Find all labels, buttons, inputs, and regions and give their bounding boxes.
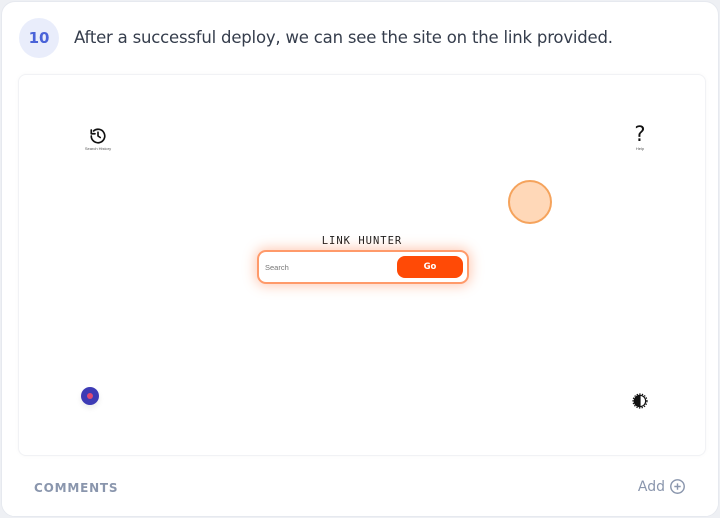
step-number-badge: 10	[19, 18, 59, 58]
search-input[interactable]	[265, 257, 395, 277]
search-bar: Go	[259, 252, 467, 282]
screenshot-frame: Search History ? Help LINK HUNTER Go	[18, 74, 706, 456]
step-card: 10 After a successful deploy, we can see…	[1, 1, 719, 517]
cursor-indicator	[508, 180, 552, 224]
help-label: Help	[635, 146, 645, 151]
theme-toggle-icon	[632, 393, 648, 409]
help-button[interactable]: ? Help	[629, 123, 651, 151]
search-history-button[interactable]: Search History	[81, 127, 115, 151]
status-dot-icon[interactable]	[81, 387, 99, 405]
help-icon: ?	[634, 122, 646, 146]
comments-footer: COMMENTS Add	[2, 464, 718, 516]
site-logo-text: LINK HUNTER	[321, 235, 403, 247]
add-comment-label: Add	[637, 478, 665, 495]
add-comment-button[interactable]: Add	[638, 478, 686, 495]
go-button[interactable]: Go	[397, 256, 463, 278]
comments-label: COMMENTS	[34, 481, 119, 495]
history-icon	[90, 128, 106, 144]
step-description: After a successful deploy, we can see th…	[74, 28, 613, 47]
plus-circle-icon	[670, 479, 685, 494]
search-history-label: Search History	[84, 146, 112, 151]
theme-toggle-button[interactable]	[632, 393, 648, 409]
